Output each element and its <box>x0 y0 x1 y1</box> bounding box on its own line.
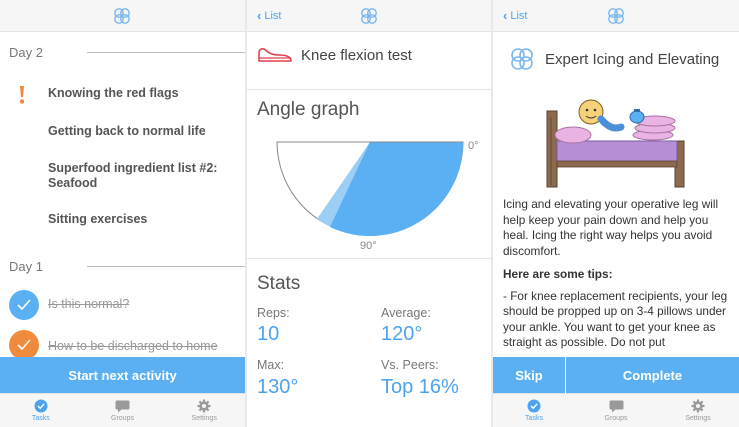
tab-label: Groups <box>604 414 628 422</box>
action-bar: Skip Complete <box>493 357 739 393</box>
tab-groups[interactable]: Groups <box>575 394 657 427</box>
day-label: Day 2 <box>9 44 43 60</box>
tab-label: Settings <box>191 415 217 422</box>
angle-graph <box>276 141 464 237</box>
tab-bar: Tasks Groups Settings <box>0 393 245 427</box>
page-title: Knee flexion test <box>301 46 412 64</box>
article-screen: ‹ List Expert Icing and Elevating Icing … <box>493 0 739 427</box>
day-label: Day 1 <box>9 258 43 274</box>
max-label: Max: <box>257 358 285 372</box>
tasks-screen: Day 2 Knowing the red flags Getting back… <box>0 0 245 427</box>
chevron-left-icon: ‹ <box>503 8 508 23</box>
complete-button[interactable]: Complete <box>566 357 739 393</box>
average-label: Average: <box>381 306 431 320</box>
article-body: Icing and elevating your operative leg w… <box>503 197 733 359</box>
groups-icon <box>115 400 130 412</box>
tab-settings[interactable]: Settings <box>657 394 739 427</box>
completed-check-icon <box>9 330 39 360</box>
bed-illustration <box>546 99 685 188</box>
tab-label: Tasks <box>525 415 543 422</box>
section-title: Angle graph <box>257 99 360 120</box>
peers-label: Vs. Peers: <box>381 358 439 372</box>
top-bar <box>0 0 245 32</box>
tab-label: Tasks <box>31 415 50 422</box>
reps-label: Reps: <box>257 306 290 320</box>
average-value: 120° <box>381 323 423 345</box>
completed-task-item[interactable]: How to be discharged to home <box>48 339 218 354</box>
article-header: Expert Icing and Elevating <box>509 46 719 72</box>
tasks-icon <box>527 399 541 413</box>
divider <box>87 52 245 53</box>
task-item[interactable]: Sitting exercises <box>48 212 147 227</box>
gear-icon <box>691 399 705 413</box>
completed-check-icon <box>9 290 39 320</box>
alert-icon <box>19 86 25 104</box>
app-logo-icon <box>608 8 624 24</box>
back-label: List <box>264 9 282 22</box>
tab-tasks[interactable]: Tasks <box>0 394 82 427</box>
divider <box>247 258 491 259</box>
app-logo-icon <box>361 8 377 24</box>
tips-heading: Here are some tips: <box>503 267 613 281</box>
start-next-activity-button[interactable]: Start next activity <box>0 357 245 393</box>
groups-icon <box>609 400 623 412</box>
back-button[interactable]: ‹ List <box>503 9 527 22</box>
divider <box>247 89 491 90</box>
divider <box>87 266 245 267</box>
max-value: 130° <box>257 376 299 398</box>
tab-label: Settings <box>685 415 711 422</box>
app-logo-icon <box>114 8 130 24</box>
day-1-header: Day 1 <box>9 258 245 274</box>
section-title: Stats <box>257 273 301 294</box>
day-2-header: Day 2 <box>9 44 245 60</box>
tip-item: - For knee replacement recipients, your … <box>503 288 728 350</box>
completed-task-item[interactable]: Is this normal? <box>48 297 129 312</box>
test-header: Knee flexion test <box>257 46 412 64</box>
angle-90-label: 90° <box>360 240 377 252</box>
peers-value: Top 16% <box>381 376 459 398</box>
task-item[interactable]: Getting back to normal life <box>48 124 206 139</box>
app-logo-icon <box>511 48 533 70</box>
gear-icon <box>197 399 211 413</box>
article-paragraph: Icing and elevating your operative leg w… <box>503 197 719 258</box>
task-item[interactable]: Knowing the red flags <box>48 86 179 101</box>
angle-0-label: 0° <box>468 140 479 152</box>
top-bar: ‹ List <box>247 0 491 32</box>
back-label: List <box>510 9 528 22</box>
tab-bar: Tasks Groups Settings <box>493 393 739 427</box>
top-bar: ‹ List <box>493 0 739 32</box>
tab-settings[interactable]: Settings <box>163 394 245 427</box>
chevron-left-icon: ‹ <box>257 8 262 23</box>
article-title: Expert Icing and Elevating <box>545 50 720 68</box>
task-item[interactable]: Superfood ingredient list #2: Seafood <box>48 161 233 191</box>
knee-test-screen: ‹ List Knee flexion test Angle graph 0° … <box>247 0 491 427</box>
reps-value: 10 <box>257 323 280 345</box>
tab-groups[interactable]: Groups <box>82 394 164 427</box>
tab-label: Groups <box>111 414 134 422</box>
back-button[interactable]: ‹ List <box>257 9 281 22</box>
tasks-icon <box>34 399 48 413</box>
tab-tasks[interactable]: Tasks <box>493 394 575 427</box>
shoe-icon <box>258 48 292 62</box>
skip-button[interactable]: Skip <box>493 357 566 393</box>
